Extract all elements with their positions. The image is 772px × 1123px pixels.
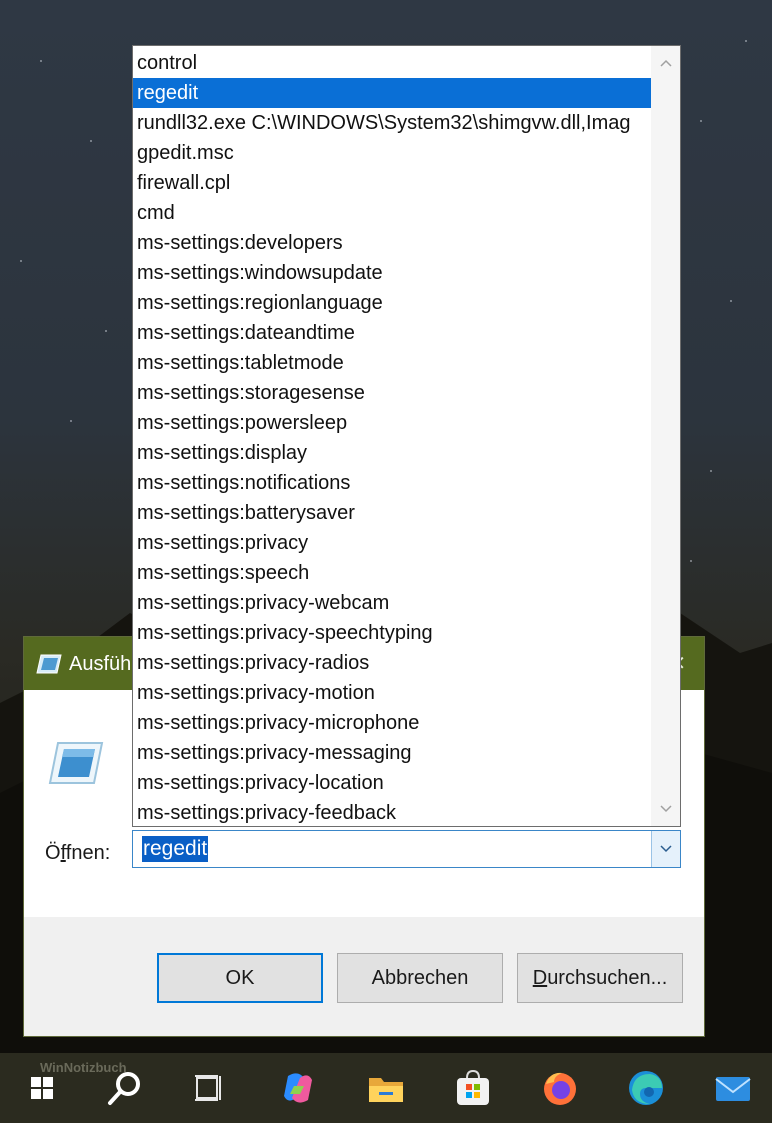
history-dropdown[interactable]: control regedit rundll32.exe C:\WINDOWS\… (132, 45, 681, 827)
scroll-up-icon[interactable] (651, 48, 680, 78)
list-item[interactable]: ms-settings:batterysaver (133, 498, 651, 528)
list-item[interactable]: ms-settings:windowsupdate (133, 258, 651, 288)
scroll-down-icon[interactable] (651, 794, 680, 824)
list-item[interactable]: ms-settings:display (133, 438, 651, 468)
list-item[interactable]: gpedit.msc (133, 138, 651, 168)
ok-button[interactable]: OK (157, 953, 323, 1003)
list-item[interactable]: ms-settings:privacy-feedback (133, 798, 651, 826)
open-label: Öffnen: (45, 842, 111, 864)
list-item[interactable]: rundll32.exe C:\WINDOWS\System32\shimgvw… (133, 108, 651, 138)
list-item[interactable]: control (133, 48, 651, 78)
list-item[interactable]: ms-settings:privacy-radios (133, 648, 651, 678)
list-item[interactable]: ms-settings:privacy-speechtyping (133, 618, 651, 648)
taskbar: WinNotizbuch (0, 1053, 772, 1123)
edge-icon[interactable] (626, 1068, 666, 1108)
history-list: control regedit rundll32.exe C:\WINDOWS\… (133, 48, 651, 826)
list-item[interactable]: ms-settings:privacy-microphone (133, 708, 651, 738)
file-explorer-icon[interactable] (366, 1068, 406, 1108)
windows-start-icon[interactable] (22, 1068, 62, 1108)
list-item[interactable]: ms-settings:tabletmode (133, 348, 651, 378)
list-item[interactable]: ms-settings:dateandtime (133, 318, 651, 348)
list-item[interactable]: ms-settings:regionlanguage (133, 288, 651, 318)
list-item[interactable]: ms-settings:powersleep (133, 408, 651, 438)
task-view-icon[interactable] (190, 1068, 230, 1108)
list-item[interactable]: ms-settings:notifications (133, 468, 651, 498)
list-item[interactable]: ms-settings:privacy-webcam (133, 588, 651, 618)
run-program-icon (48, 742, 104, 784)
list-item-selected[interactable]: regedit (133, 78, 651, 108)
browse-button[interactable]: Durchsuchen... (517, 953, 683, 1003)
firefox-icon[interactable] (540, 1068, 580, 1108)
list-item[interactable]: ms-settings:privacy-messaging (133, 738, 651, 768)
list-item[interactable]: ms-settings:privacy-motion (133, 678, 651, 708)
mail-icon[interactable] (713, 1068, 753, 1108)
list-item[interactable]: firewall.cpl (133, 168, 651, 198)
copilot-icon[interactable] (278, 1068, 318, 1108)
dialog-title: Ausfüh (69, 653, 132, 675)
vertical-scrollbar[interactable] (651, 46, 680, 826)
open-input-value[interactable]: regedit (142, 836, 209, 862)
list-item[interactable]: ms-settings:privacy-location (133, 768, 651, 798)
chevron-down-icon[interactable] (651, 831, 680, 867)
list-item[interactable]: ms-settings:developers (133, 228, 651, 258)
list-item[interactable]: ms-settings:speech (133, 558, 651, 588)
run-app-icon (36, 654, 62, 674)
cancel-button[interactable]: Abbrechen (337, 953, 503, 1003)
open-combobox[interactable]: regedit (132, 830, 681, 868)
microsoft-store-icon[interactable] (453, 1068, 493, 1108)
list-item[interactable]: ms-settings:storagesense (133, 378, 651, 408)
list-item[interactable]: cmd (133, 198, 651, 228)
search-icon[interactable] (105, 1068, 145, 1108)
list-item[interactable]: ms-settings:privacy (133, 528, 651, 558)
